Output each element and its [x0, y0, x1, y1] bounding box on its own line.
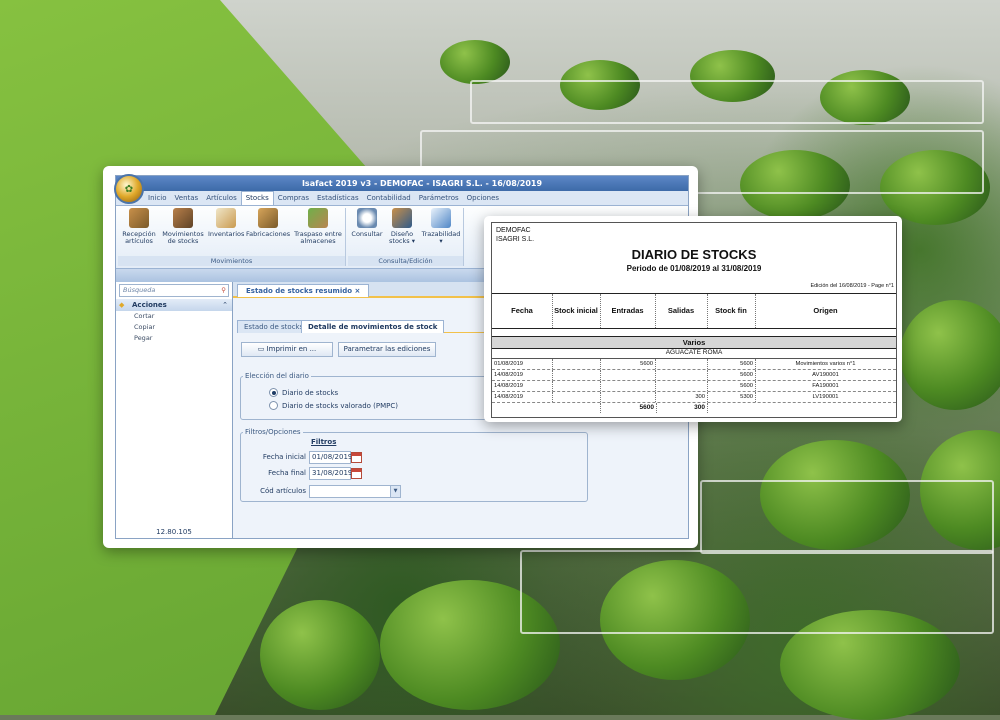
trazabilidad-button[interactable]: Trazabilidad ▾	[420, 208, 462, 245]
avocado	[900, 300, 1000, 410]
avocado	[260, 600, 380, 710]
col-fecha: Fecha	[492, 294, 553, 328]
movimientos-button[interactable]: Movimientos de stocks	[162, 208, 204, 245]
menu-contabilidad[interactable]: Contabilidad	[363, 192, 415, 205]
filtros-heading: Filtros	[311, 438, 337, 446]
menu-parametros[interactable]: Parámetros	[415, 192, 463, 205]
article-row: AGUACATE ROMA	[492, 348, 896, 359]
fecha-inicial-field[interactable]: 01/08/2019	[309, 451, 352, 464]
collapse-icon[interactable]: ⌃	[222, 299, 228, 311]
stock-design-icon	[392, 208, 412, 228]
transfer-icon	[308, 208, 328, 228]
radio-diario-valorado[interactable]: Diario de stocks valorado (PMPC)	[269, 401, 398, 410]
menu-bar: Inicio Ventas Artículos Stocks Compras E…	[116, 191, 688, 205]
cod-articulos-combo[interactable]: ▼	[309, 485, 401, 498]
report-company-name: ISAGRI S.L.	[496, 236, 535, 243]
col-origen: Origen	[813, 306, 838, 315]
action-pegar[interactable]: Pegar	[116, 333, 232, 344]
fabricaciones-button[interactable]: Fabricaciones	[246, 208, 290, 238]
radio-diario-stocks[interactable]: Diario de stocks	[269, 388, 338, 397]
report-header-row: Fecha Stock inicial Entradas Salidas Sto…	[492, 293, 896, 329]
production-icon	[258, 208, 278, 228]
col-salidas: Salidas	[655, 294, 708, 328]
radio-selected-icon[interactable]	[269, 388, 278, 397]
tab-estado-de-stocks[interactable]: Estado de stocks	[237, 320, 311, 333]
tab-estado-stocks-resumido[interactable]: Estado de stocks resumido ×	[237, 284, 370, 297]
ribbon-group-movimientos: Recepción artículos Movimientos de stock…	[118, 208, 346, 266]
menu-opciones[interactable]: Opciones	[463, 192, 503, 205]
acciones-header[interactable]: ◆ Acciones ⌃	[116, 299, 232, 311]
ribbon-group-consulta: Consultar Diseño stocks ▾ Trazabilidad ▾…	[348, 208, 464, 266]
printer-icon: ▭	[257, 345, 267, 353]
fecha-final-label: Fecha final	[268, 469, 306, 477]
totals-row: 5600 300	[492, 403, 896, 413]
menu-estadisticas[interactable]: Estadísticas	[313, 192, 363, 205]
search-input[interactable]: Búsqueda ⚲	[119, 284, 229, 297]
search-icon[interactable]: ⚲	[221, 285, 226, 296]
menu-inicio[interactable]: Inicio	[144, 192, 171, 205]
imprimir-button[interactable]: ▭ Imprimir en ...	[241, 342, 333, 357]
table-row: 14/08/2019 5600 FA190001	[492, 381, 896, 392]
app-logo-icon[interactable]: ✿	[114, 174, 144, 204]
clipboard-icon	[216, 208, 236, 228]
parametrar-button[interactable]: Parametrar las ediciones	[338, 342, 436, 357]
actions-icon: ◆	[119, 301, 125, 309]
report-card: DEMOFAC ISAGRI S.L. DIARIO DE STOCKS Per…	[484, 216, 902, 422]
col-entradas: Entradas	[600, 294, 656, 328]
col-stock-fin: Stock fin	[707, 294, 756, 328]
avocado	[440, 40, 510, 84]
report-title: DIARIO DE STOCKS	[631, 247, 757, 262]
action-copiar[interactable]: Copiar	[116, 322, 232, 333]
consultar-button[interactable]: Consultar	[350, 208, 384, 238]
calendar-icon[interactable]	[351, 468, 362, 479]
calendar-icon[interactable]	[351, 452, 362, 463]
diario-de-stocks-report: DEMOFAC ISAGRI S.L. DIARIO DE STOCKS Per…	[491, 222, 897, 418]
menu-compras[interactable]: Compras	[274, 192, 313, 205]
table-row: 01/08/2019 5600 5600 Movimientos varios …	[492, 359, 896, 370]
version-label: 12.80.105	[156, 528, 192, 536]
eye-icon	[357, 208, 377, 228]
diseno-stocks-button[interactable]: Diseño stocks ▾	[386, 208, 418, 245]
pencil-check-icon	[431, 208, 451, 228]
tab-detalle-movimientos[interactable]: Detalle de movimientos de stock	[301, 320, 445, 333]
report-edition: Edición del 16/08/2019 - Page n°1	[810, 283, 894, 289]
menu-articulos[interactable]: Artículos	[202, 192, 241, 205]
filtros-opciones-group: Filtros/Opciones Filtros Fecha inicial 0…	[240, 428, 588, 502]
fecha-inicial-label: Fecha inicial	[262, 453, 306, 461]
ribbon-group-label: Consulta/Edición	[348, 256, 463, 266]
table-row: 14/08/2019 300 5300 LV190001	[492, 392, 896, 403]
recepcion-button[interactable]: Recepción artículos	[120, 208, 158, 245]
ribbon-group-label: Movimientos	[118, 256, 345, 266]
total-entradas: 5600	[600, 403, 657, 413]
report-company: DEMOFAC	[496, 227, 531, 234]
chevron-down-icon[interactable]: ▼	[390, 486, 400, 497]
box-receive-icon	[129, 208, 149, 228]
crate	[700, 480, 994, 554]
crate	[520, 550, 994, 634]
action-cortar[interactable]: Cortar	[116, 311, 232, 322]
inventarios-button[interactable]: Inventarios	[208, 208, 244, 238]
boxes-icon	[173, 208, 193, 228]
left-panel: Búsqueda ⚲ ◆ Acciones ⌃ Cortar Copiar Pe…	[116, 282, 233, 538]
report-period: Periodo de 01/08/2019 al 31/08/2019	[626, 264, 762, 273]
fecha-final-field[interactable]: 31/08/2019	[309, 467, 352, 480]
menu-ventas[interactable]: Ventas	[171, 192, 203, 205]
window-title: Isafact 2019 v3 - DEMOFAC - ISAGRI S.L. …	[116, 176, 688, 191]
table-row: 14/08/2019 5600 AV190001	[492, 370, 896, 381]
crate	[470, 80, 984, 124]
radio-icon[interactable]	[269, 401, 278, 410]
traspaso-button[interactable]: Traspaso entre almacenes	[292, 208, 344, 245]
col-stock-inicial: Stock inicial	[552, 294, 601, 328]
menu-stocks[interactable]: Stocks	[240, 191, 274, 205]
total-salidas: 300	[655, 403, 708, 413]
cod-articulos-label: Cód artículos	[260, 487, 306, 495]
